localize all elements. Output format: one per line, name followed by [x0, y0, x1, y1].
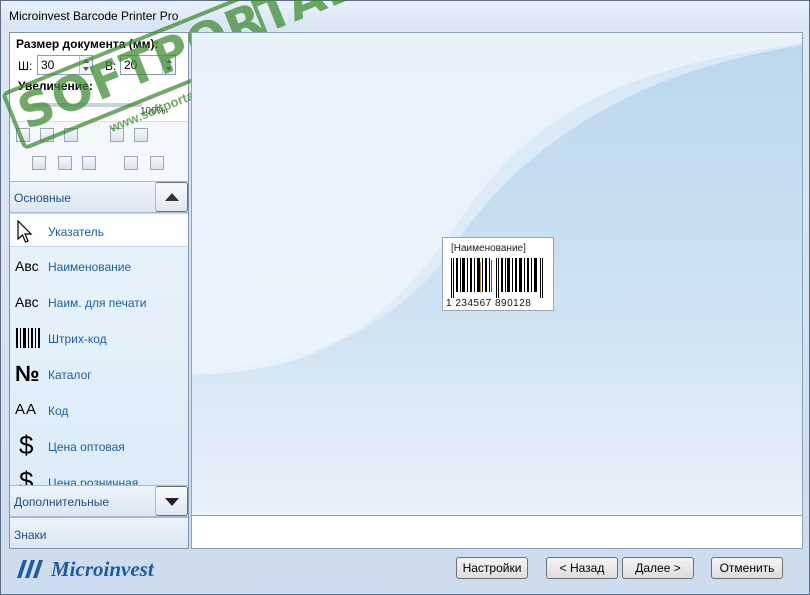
list-item-code[interactable]: AA Код	[10, 393, 188, 427]
pointer-icon	[15, 219, 45, 243]
align-tool-9[interactable]	[124, 156, 138, 170]
settings-button[interactable]: Настройки	[456, 557, 528, 579]
document-size-section: Размер документа (мм): Ш: 30 В: 20 Увели…	[10, 33, 188, 121]
group-additional-label: Дополнительные	[14, 495, 109, 509]
height-stepper-arrows[interactable]	[162, 56, 175, 74]
zoom-value: 100%	[140, 106, 166, 117]
list-item-label: Наименование	[48, 260, 132, 274]
group-additional-header[interactable]: Дополнительные	[10, 485, 188, 517]
height-value[interactable]: 20	[124, 58, 137, 72]
list-item-label: Штрих-код	[48, 332, 107, 346]
height-label: В:	[105, 59, 117, 73]
align-tool-5[interactable]	[134, 128, 148, 142]
width-stepper-arrows[interactable]	[79, 56, 92, 74]
barcode-icon	[15, 327, 45, 349]
list-item-label: Указатель	[48, 225, 104, 239]
aa-icon: AA	[15, 401, 38, 418]
numero-icon: №	[15, 361, 40, 386]
align-tool-3[interactable]	[64, 128, 78, 142]
label-name-field[interactable]: [Наименование]	[451, 243, 526, 254]
align-tool-10[interactable]	[150, 156, 164, 170]
list-item-pointer[interactable]: Указатель	[10, 213, 188, 247]
text-abc-icon: Авс	[15, 258, 39, 274]
align-tool-1[interactable]	[16, 128, 30, 142]
cancel-button[interactable]: Отменить	[711, 557, 783, 579]
align-tool-7[interactable]	[58, 156, 72, 170]
group-main-label: Основные	[14, 191, 71, 205]
align-tool-6[interactable]	[32, 156, 46, 170]
chevron-down-icon	[165, 498, 179, 506]
collapse-main-button[interactable]	[155, 182, 188, 212]
design-canvas[interactable]: [Наименование] 1 234567 890128	[191, 32, 803, 516]
zoom-slider[interactable]	[32, 103, 142, 107]
text-abc-icon: Авс	[15, 294, 39, 310]
zoom-label: Увеличение:	[18, 79, 93, 93]
dollar-icon: $	[19, 430, 34, 460]
alignment-toolbar	[10, 121, 188, 181]
microinvest-logo-icon	[17, 560, 43, 578]
chevron-up-icon	[165, 193, 179, 201]
barcode-graphic[interactable]	[451, 258, 547, 298]
align-tool-2[interactable]	[40, 128, 54, 142]
group-signs-label: Знаки	[14, 528, 47, 542]
expand-additional-button[interactable]	[155, 486, 188, 516]
barcode-number: 1 234567 890128	[446, 298, 532, 309]
app-window: Microinvest Barcode Printer Pro Размер д…	[0, 0, 810, 595]
group-signs-header[interactable]: Знаки	[10, 517, 188, 548]
label-preview[interactable]: [Наименование] 1 234567 890128	[442, 237, 554, 311]
list-item-label: Цена оптовая	[48, 440, 125, 454]
document-size-heading: Размер документа (мм):	[16, 37, 159, 51]
list-item-wholesale-price[interactable]: $ Цена оптовая	[10, 429, 188, 463]
title-bar[interactable]: Microinvest Barcode Printer Pro	[1, 1, 809, 31]
canvas-status-strip	[191, 516, 803, 549]
list-item-label: Цена розничная	[48, 476, 139, 485]
align-tool-4[interactable]	[110, 128, 124, 142]
list-item-print-name[interactable]: Авс Наим. для печати	[10, 285, 188, 319]
back-button[interactable]: < Назад	[546, 557, 618, 579]
next-button[interactable]: Далее >	[622, 557, 694, 579]
list-item-retail-price[interactable]: $ Цена розничная	[10, 465, 188, 485]
elements-list: Указатель Авс Наименование Авс Наим. для…	[10, 213, 188, 485]
list-item-name[interactable]: Авс Наименование	[10, 249, 188, 283]
left-panel: Размер документа (мм): Ш: 30 В: 20 Увели…	[9, 32, 189, 549]
dollar-icon: $	[19, 466, 34, 485]
list-item-catalog[interactable]: № Каталог	[10, 357, 188, 391]
logo-text: Microinvest	[51, 557, 154, 581]
list-item-barcode[interactable]: Штрих-код	[10, 321, 188, 355]
width-label: Ш:	[18, 59, 33, 73]
group-main-header[interactable]: Основные	[10, 181, 188, 213]
list-item-label: Код	[48, 404, 69, 418]
height-stepper[interactable]: 20	[120, 55, 176, 75]
list-item-label: Каталог	[48, 368, 92, 382]
width-stepper[interactable]: 30	[37, 55, 93, 75]
window-title: Microinvest Barcode Printer Pro	[9, 9, 179, 23]
width-value[interactable]: 30	[41, 58, 54, 72]
align-tool-8[interactable]	[82, 156, 96, 170]
list-item-label: Наим. для печати	[48, 296, 147, 310]
